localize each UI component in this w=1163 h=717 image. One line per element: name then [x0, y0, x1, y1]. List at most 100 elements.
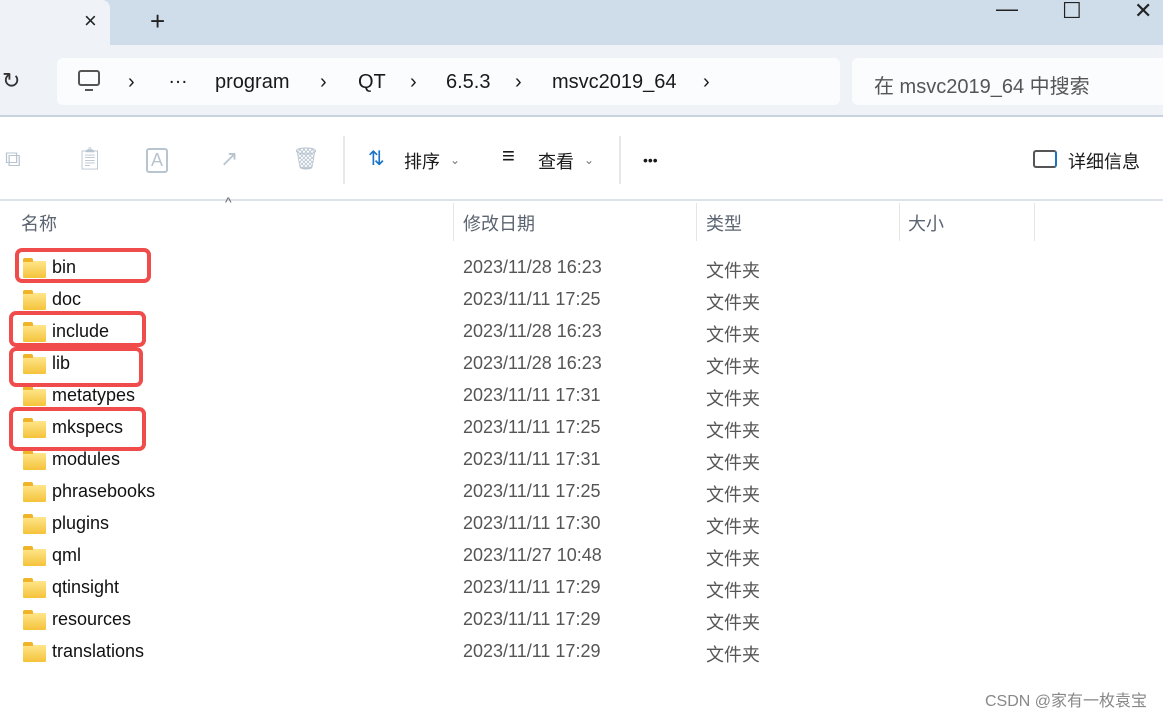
file-modified: 2023/11/11 17:29 — [463, 577, 601, 597]
file-name: phrasebooks — [52, 481, 156, 501]
highlight-box-bin — [15, 248, 151, 283]
breadcrumb-separator[interactable]: › — [128, 71, 135, 94]
watermark: CSDN @家有一枚袁宝 — [984, 693, 1147, 710]
details-button[interactable]: 详细信息 — [1068, 148, 1140, 174]
toolbar-divider — [619, 136, 621, 184]
breadcrumb-msvc[interactable]: msvc2019_64 — [552, 71, 677, 94]
chevron-down-icon[interactable]: ⌄ — [450, 153, 460, 167]
maximize-button[interactable]: ☐ — [1062, 0, 1082, 24]
highlight-box-mkspecs — [9, 407, 146, 451]
breadcrumb-separator[interactable]: › — [703, 71, 710, 94]
column-header-type[interactable]: 类型 — [706, 210, 742, 236]
new-tab-button[interactable]: + — [150, 6, 165, 37]
file-modified: 2023/11/28 16:23 — [463, 353, 602, 373]
file-row[interactable]: translations 2023/11/11 17:29 文件夹 — [0, 635, 1163, 667]
file-row[interactable]: metatypes 2023/11/11 17:31 文件夹 — [0, 379, 1163, 411]
file-modified: 2023/11/11 17:29 — [463, 641, 601, 661]
file-modified: 2023/11/11 17:30 — [463, 513, 601, 533]
file-row[interactable]: qtinsight 2023/11/11 17:29 文件夹 — [0, 571, 1163, 603]
file-name: modules — [52, 449, 121, 469]
breadcrumb-separator[interactable]: › — [515, 71, 522, 94]
file-row[interactable]: mkspecs 2023/11/11 17:25 文件夹 — [0, 411, 1163, 443]
file-type: 文件夹 — [706, 357, 760, 377]
file-type: 文件夹 — [706, 485, 760, 505]
column-divider[interactable] — [899, 203, 900, 241]
column-header-modified[interactable]: 修改日期 — [463, 210, 535, 236]
folder-icon — [23, 546, 46, 566]
folder-icon — [23, 610, 46, 630]
file-modified: 2023/11/28 16:23 — [463, 257, 602, 277]
file-row[interactable]: doc 2023/11/11 17:25 文件夹 — [0, 283, 1163, 315]
file-modified: 2023/11/11 17:31 — [463, 449, 601, 469]
file-name: translations — [52, 641, 145, 661]
breadcrumb-version[interactable]: 6.5.3 — [446, 71, 490, 94]
column-divider[interactable] — [696, 203, 697, 241]
file-row[interactable]: include 2023/11/28 16:23 文件夹 — [0, 315, 1163, 347]
file-row[interactable]: resources 2023/11/11 17:29 文件夹 — [0, 603, 1163, 635]
file-name: plugins — [52, 513, 110, 533]
file-modified: 2023/11/11 17:25 — [463, 289, 601, 309]
highlight-box-include — [9, 311, 146, 347]
details-pane-icon[interactable] — [1033, 150, 1057, 168]
file-row[interactable]: plugins 2023/11/11 17:30 文件夹 — [0, 507, 1163, 539]
breadcrumb-separator[interactable]: › — [320, 71, 327, 94]
file-type: 文件夹 — [706, 581, 760, 601]
file-type: 文件夹 — [706, 453, 760, 473]
folder-icon — [23, 290, 46, 310]
copy-icon[interactable]: ⧉ — [5, 146, 21, 172]
close-tab-icon[interactable]: × — [84, 8, 97, 34]
view-icon[interactable]: ≡ — [502, 143, 515, 169]
file-row[interactable]: qml 2023/11/27 10:48 文件夹 — [0, 539, 1163, 571]
refresh-icon[interactable]: ↻ — [2, 68, 20, 94]
folder-icon — [23, 578, 46, 598]
column-header-name[interactable]: 名称 — [21, 210, 57, 236]
sort-button[interactable]: 排序 — [404, 148, 440, 174]
computer-icon[interactable] — [78, 70, 100, 86]
file-type: 文件夹 — [706, 389, 760, 409]
column-divider[interactable] — [1034, 203, 1035, 241]
file-modified: 2023/11/11 17:25 — [463, 417, 601, 437]
file-type: 文件夹 — [706, 517, 760, 537]
file-name: doc — [52, 289, 82, 309]
breadcrumb-overflow[interactable]: … — [168, 66, 188, 89]
folder-icon — [23, 386, 46, 406]
chevron-down-icon[interactable]: ⌄ — [584, 153, 594, 167]
tab-bar — [0, 0, 1163, 45]
close-window-button[interactable]: ✕ — [1134, 0, 1152, 24]
file-name: qtinsight — [52, 577, 120, 597]
column-header-size[interactable]: 大小 — [908, 210, 944, 236]
search-input[interactable]: 在 msvc2019_64 中搜索 — [852, 58, 1163, 105]
view-button[interactable]: 查看 — [538, 148, 574, 174]
column-divider[interactable] — [453, 203, 454, 241]
file-row[interactable]: lib 2023/11/28 16:23 文件夹 — [0, 347, 1163, 379]
folder-icon — [23, 482, 46, 502]
toolbar-divider — [343, 136, 345, 184]
breadcrumb-qt[interactable]: QT — [358, 71, 386, 94]
file-type: 文件夹 — [706, 549, 760, 569]
minimize-button[interactable]: — — [996, 0, 1018, 22]
more-button[interactable]: ••• — [643, 152, 658, 168]
sort-ascending-icon: ^ — [225, 194, 232, 210]
share-icon[interactable]: ↗ — [220, 146, 238, 172]
computer-stand — [85, 87, 93, 91]
file-name: qml — [52, 545, 82, 565]
file-modified: 2023/11/11 17:29 — [463, 609, 601, 629]
paste-icon[interactable]: 📋︎ — [76, 146, 104, 172]
file-row[interactable]: modules 2023/11/11 17:31 文件夹 — [0, 443, 1163, 475]
highlight-box-lib — [9, 347, 143, 387]
rename-icon[interactable]: A — [146, 148, 169, 173]
file-row[interactable]: bin 2023/11/28 16:23 文件夹 — [0, 251, 1163, 283]
delete-icon[interactable]: 🗑︎ — [292, 146, 320, 172]
sort-icon[interactable]: ⇅ — [368, 146, 385, 171]
command-bar — [0, 119, 1163, 201]
breadcrumb-program[interactable]: program — [215, 71, 289, 94]
breadcrumb-separator[interactable]: › — [410, 71, 417, 94]
file-name: resources — [52, 609, 132, 629]
file-type: 文件夹 — [706, 613, 760, 633]
file-row[interactable]: phrasebooks 2023/11/11 17:25 文件夹 — [0, 475, 1163, 507]
file-name: metatypes — [52, 385, 136, 405]
file-modified: 2023/11/11 17:31 — [463, 385, 601, 405]
folder-icon — [23, 450, 46, 470]
file-modified: 2023/11/28 16:23 — [463, 321, 602, 341]
file-type: 文件夹 — [706, 645, 760, 665]
